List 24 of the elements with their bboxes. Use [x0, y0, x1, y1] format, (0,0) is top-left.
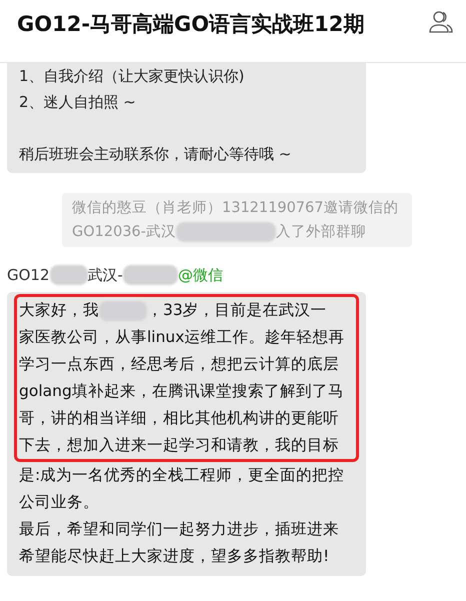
message-text: 大家好，我 — [19, 301, 99, 319]
message-text: 1、自我介绍（让大家更快认识你) — [19, 66, 246, 87]
message-text: 家医教公司，从事linux运维工作。趁年轻想再 — [19, 328, 344, 346]
sender-source: @微信 — [178, 266, 223, 284]
message-text: 下去，想加入进来一起学习和请教，我的目标 — [19, 436, 339, 454]
message-text: 最后，希望和同学们一起努力进步，插班进来 — [19, 519, 340, 540]
blurred-region — [122, 265, 178, 285]
group-members-icon[interactable] — [428, 10, 454, 34]
blurred-region — [50, 265, 88, 285]
message-text: 是:成为一名优秀的全栈工程师，更全面的把控 — [19, 465, 346, 486]
notice-text: 微信的憨豆（肖老师）13121190767邀请微信的 — [72, 200, 398, 216]
message-text: 学习一点东西，经思考后，想把云计算的底层 — [19, 355, 339, 373]
message-text: 公司业务。 — [19, 492, 100, 513]
notice-text: GO12036-武汉 — [72, 224, 176, 240]
chat-title: GO12-马哥高端GO语言实战班12期 — [17, 11, 364, 38]
message-text: 哥，讲的相当详细，相比其他机构讲的更能听 — [19, 409, 339, 427]
sender-name: 武汉- — [88, 266, 123, 284]
notice-text: 入了外部群聊 — [276, 224, 366, 240]
message-text: 2、迷人自拍照 ~ — [19, 92, 137, 113]
message-text: golang填补起来，在腾讯课堂搜索了解到了马 — [19, 382, 344, 400]
message-text: ，33岁，目前是在武汉一 — [147, 301, 327, 319]
message-text: 希望能尽快赶上大家进度，望多多指教帮助! — [19, 546, 330, 567]
sender-name: GO12 — [7, 266, 50, 284]
message-text: 稍后班班会主动联系你，请耐心等待哦 ~ — [19, 144, 292, 165]
